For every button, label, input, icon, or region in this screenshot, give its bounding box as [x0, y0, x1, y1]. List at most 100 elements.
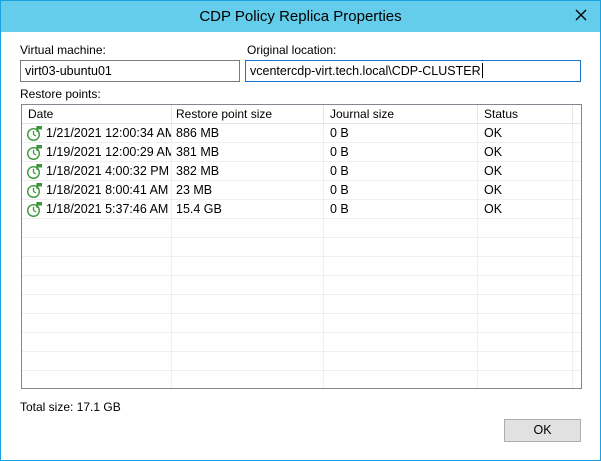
restore-point-size-cell [172, 371, 324, 388]
journal-size-cell [324, 333, 478, 352]
filler-cell [573, 314, 581, 333]
status-cell: OK [478, 162, 573, 181]
journal-size-cell [324, 352, 478, 371]
status-cell: OK [478, 143, 573, 162]
status-cell: OK [478, 200, 573, 219]
journal-size-cell [324, 257, 478, 276]
restore-point-size-cell [172, 295, 324, 314]
status-cell [478, 352, 573, 371]
restore-point-clock-icon [26, 183, 42, 199]
empty-table-row [22, 295, 581, 314]
filler-cell [573, 143, 581, 162]
virtual-machine-value: virt03-ubuntu01 [25, 64, 112, 78]
table-row[interactable]: 1/18/2021 5:37:46 AM 15.4 GB 0 B OK [22, 200, 581, 219]
filler-cell [573, 352, 581, 371]
date-cell [22, 371, 172, 388]
original-location-label: Original location: [247, 43, 337, 57]
text-caret [481, 63, 483, 78]
status-cell [478, 238, 573, 257]
filler-cell [573, 124, 581, 143]
column-header-journal-size[interactable]: Journal size [324, 105, 478, 124]
date-cell [22, 219, 172, 238]
status-cell [478, 219, 573, 238]
journal-size-cell [324, 238, 478, 257]
empty-table-row [22, 352, 581, 371]
status-cell: OK [478, 124, 573, 143]
table-row[interactable]: 1/21/2021 12:00:34 AM 886 MB 0 B OK [22, 124, 581, 143]
journal-size-cell: 0 B [324, 200, 478, 219]
restore-point-size-cell: 15.4 GB [172, 200, 324, 219]
journal-size-cell: 0 B [324, 124, 478, 143]
column-header-date[interactable]: Date [22, 105, 172, 124]
filler-cell [573, 295, 581, 314]
date-cell [22, 295, 172, 314]
status-cell [478, 371, 573, 388]
filler-cell [573, 333, 581, 352]
filler-cell [573, 219, 581, 238]
restore-point-size-cell [172, 238, 324, 257]
empty-table-row [22, 257, 581, 276]
journal-size-cell: 0 B [324, 162, 478, 181]
date-cell: 1/18/2021 5:37:46 AM [22, 200, 172, 219]
dialog-title: CDP Policy Replica Properties [199, 8, 402, 25]
date-cell: 1/18/2021 8:00:41 AM [22, 181, 172, 200]
empty-table-row [22, 276, 581, 295]
restore-point-clock-icon [26, 202, 42, 218]
restore-point-clock-icon [26, 145, 42, 161]
empty-table-row [22, 238, 581, 257]
ok-button[interactable]: OK [504, 419, 581, 442]
restore-point-clock-icon [26, 164, 42, 180]
date-cell: 1/18/2021 4:00:32 PM [22, 162, 172, 181]
restore-point-size-cell [172, 276, 324, 295]
date-cell [22, 352, 172, 371]
date-cell [22, 238, 172, 257]
filler-cell [573, 200, 581, 219]
journal-size-cell: 0 B [324, 181, 478, 200]
column-header-restore-point-size[interactable]: Restore point size [172, 105, 324, 124]
total-size-text: Total size: 17.1 GB [20, 400, 121, 414]
restore-point-size-cell: 381 MB [172, 143, 324, 162]
restore-point-clock-icon [26, 126, 42, 142]
date-cell [22, 333, 172, 352]
filler-cell [573, 181, 581, 200]
filler-cell [573, 276, 581, 295]
table-row[interactable]: 1/18/2021 4:00:32 PM 382 MB 0 B OK [22, 162, 581, 181]
restore-point-size-cell: 382 MB [172, 162, 324, 181]
journal-size-cell [324, 314, 478, 333]
dialog-window: CDP Policy Replica Properties Virtual ma… [0, 0, 601, 461]
journal-size-cell [324, 371, 478, 388]
filler-cell [573, 162, 581, 181]
close-icon[interactable] [573, 7, 589, 23]
status-cell [478, 276, 573, 295]
empty-table-row [22, 333, 581, 352]
restore-point-size-cell [172, 333, 324, 352]
table-row[interactable]: 1/19/2021 12:00:29 AM 381 MB 0 B OK [22, 143, 581, 162]
restore-points-label: Restore points: [20, 87, 101, 101]
date-cell [22, 257, 172, 276]
restore-points-table[interactable]: Date Restore point size Journal size Sta… [21, 104, 582, 389]
virtual-machine-field[interactable]: virt03-ubuntu01 [20, 60, 240, 82]
date-cell [22, 276, 172, 295]
title-bar[interactable]: CDP Policy Replica Properties [1, 1, 600, 32]
filler-cell [573, 257, 581, 276]
restore-point-size-cell [172, 352, 324, 371]
date-cell [22, 314, 172, 333]
column-header-filler [573, 105, 581, 124]
status-cell: OK [478, 181, 573, 200]
original-location-field[interactable]: vcentercdp-virt.tech.local\CDP-CLUSTER [245, 60, 581, 82]
column-header-status[interactable]: Status [478, 105, 573, 124]
restore-point-size-cell: 886 MB [172, 124, 324, 143]
virtual-machine-label: Virtual machine: [20, 43, 106, 57]
original-location-value: vcentercdp-virt.tech.local\CDP-CLUSTER [250, 64, 481, 78]
restore-point-size-cell [172, 257, 324, 276]
restore-point-size-cell: 23 MB [172, 181, 324, 200]
empty-table-row [22, 371, 581, 388]
journal-size-cell [324, 219, 478, 238]
restore-point-size-cell [172, 314, 324, 333]
empty-table-row [22, 314, 581, 333]
status-cell [478, 295, 573, 314]
journal-size-cell [324, 295, 478, 314]
table-row[interactable]: 1/18/2021 8:00:41 AM 23 MB 0 B OK [22, 181, 581, 200]
status-cell [478, 333, 573, 352]
status-cell [478, 257, 573, 276]
